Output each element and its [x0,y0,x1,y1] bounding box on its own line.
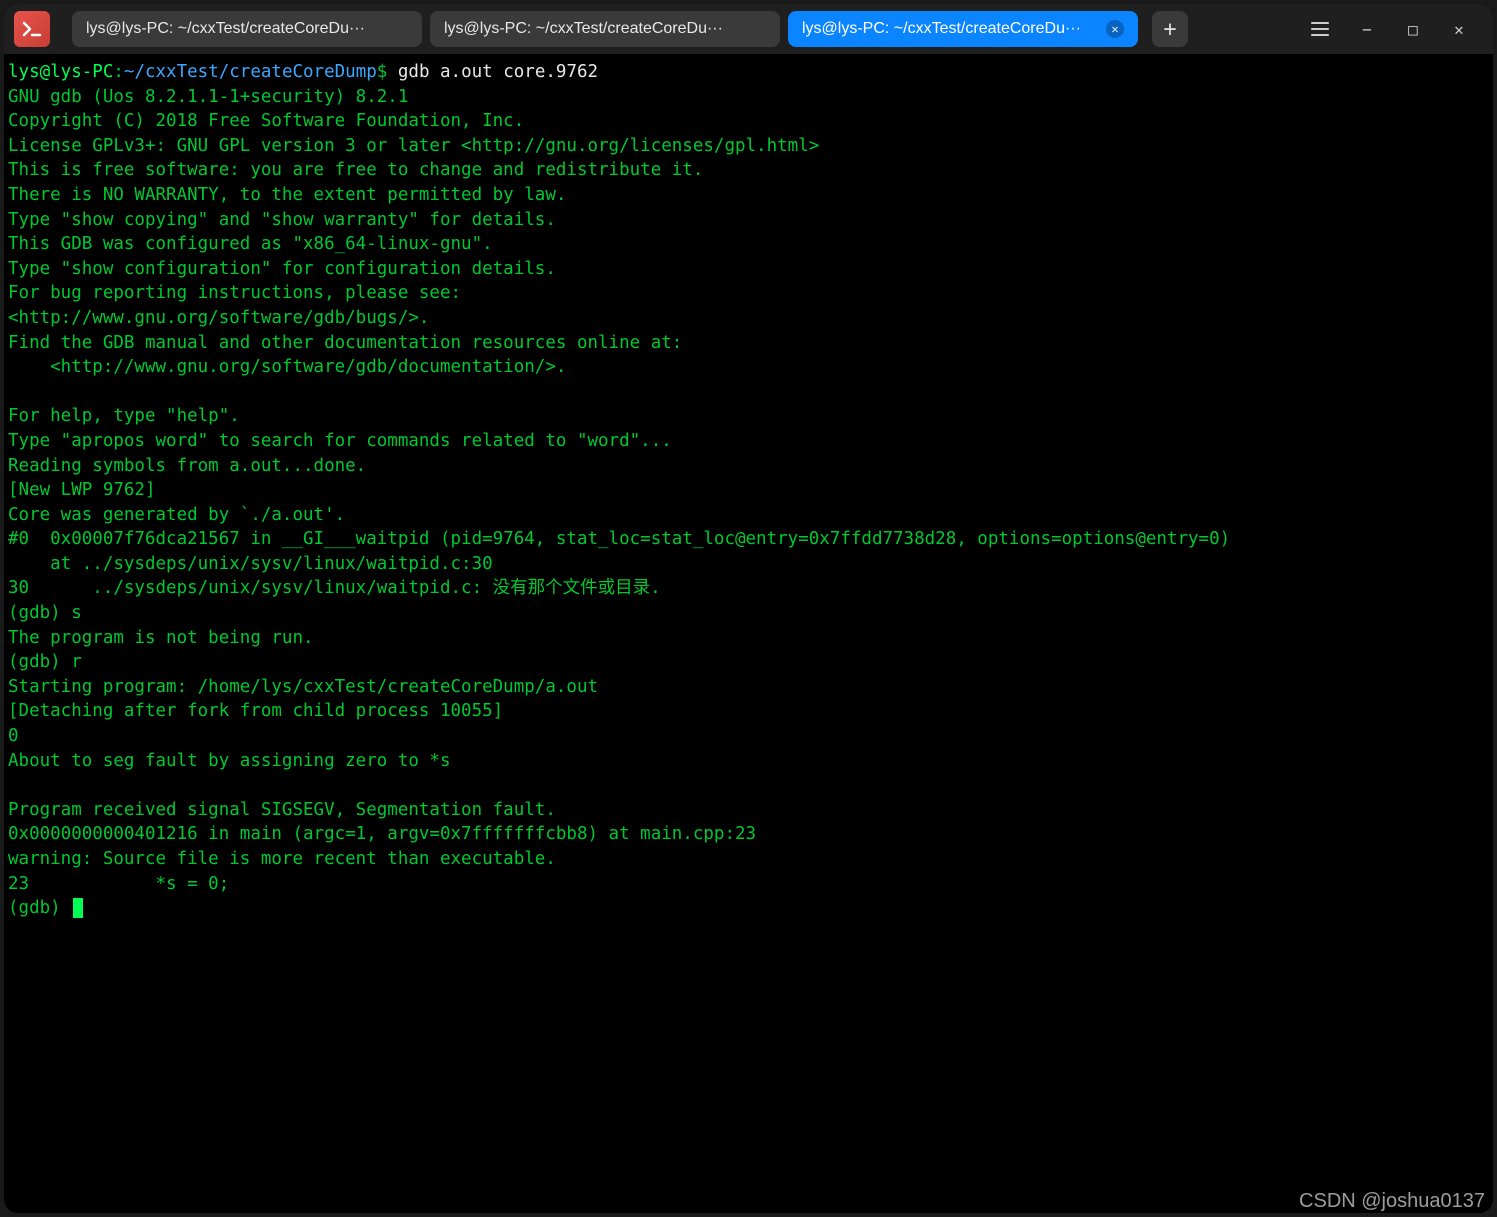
close-tab-icon[interactable]: ✕ [1106,20,1124,38]
maximize-icon: □ [1408,20,1418,39]
terminal-line: For help, type "help". [8,406,240,426]
plus-icon: + [1163,17,1176,42]
terminal-body[interactable]: lys@lys-PC:~/cxxTest/createCoreDump$ gdb… [4,54,1493,1213]
close-window-button[interactable]: ✕ [1449,20,1469,39]
terminal-line: License GPLv3+: GNU GPL version 3 or lat… [8,136,819,156]
tab-2[interactable]: lys@lys-PC: ~/cxxTest/createCoreDu··· [430,11,780,47]
terminal-line: There is NO WARRANTY, to the extent perm… [8,185,566,205]
terminal-line: About to seg fault by assigning zero to … [8,751,451,771]
terminal-line: Find the GDB manual and other documentat… [8,333,682,353]
terminal-line: #0 0x00007f76dca21567 in __GI___waitpid … [8,529,1230,549]
prompt-dollar: $ [377,62,388,82]
tab-label: lys@lys-PC: ~/cxxTest/createCoreDu··· [802,20,1098,38]
entered-command: gdb a.out core.9762 [398,62,598,82]
terminal-line: The program is not being run. [8,628,314,648]
close-icon: ✕ [1454,20,1464,39]
tab-label: lys@lys-PC: ~/cxxTest/createCoreDu··· [444,20,766,38]
terminal-line: GNU gdb (Uos 8.2.1.1-1+security) 8.2.1 [8,87,408,107]
terminal-line: [Detaching after fork from child process… [8,701,503,721]
menu-button[interactable] [1311,22,1331,36]
terminal-line: Starting program: /home/lys/cxxTest/crea… [8,677,598,697]
terminal-line: Program received signal SIGSEGV, Segment… [8,800,556,820]
cursor [73,898,83,918]
terminal-line: 0x0000000000401216 in main (argc=1, argv… [8,824,756,844]
terminal-line: <http://www.gnu.org/software/gdb/documen… [8,357,566,377]
tab-3-active[interactable]: lys@lys-PC: ~/cxxTest/createCoreDu··· ✕ [788,11,1138,47]
terminal-line: Core was generated by `./a.out'. [8,505,345,525]
terminal-line: (gdb) s [8,603,82,623]
tab-strip: lys@lys-PC: ~/cxxTest/createCoreDu··· ly… [72,11,1281,47]
new-tab-button[interactable]: + [1152,11,1188,47]
prompt-user: lys@lys-PC [8,62,113,82]
terminal-line: Type "apropos word" to search for comman… [8,431,672,451]
terminal-line: Type "show configuration" for configurat… [8,259,556,279]
terminal-window: lys@lys-PC: ~/cxxTest/createCoreDu··· ly… [4,4,1493,1213]
terminal-line: warning: Source file is more recent than… [8,849,556,869]
minimize-button[interactable]: − [1357,20,1377,39]
app-icon[interactable] [14,11,50,47]
maximize-button[interactable]: □ [1403,20,1423,39]
terminal-line: 23 *s = 0; [8,874,229,894]
terminal-line: Reading symbols from a.out...done. [8,456,366,476]
terminal-line: at ../sysdeps/unix/sysv/linux/waitpid.c:… [8,554,493,574]
terminal-line: Copyright (C) 2018 Free Software Foundat… [8,111,524,131]
tab-label: lys@lys-PC: ~/cxxTest/createCoreDu··· [86,20,408,38]
tab-1[interactable]: lys@lys-PC: ~/cxxTest/createCoreDu··· [72,11,422,47]
terminal-line: Type "show copying" and "show warranty" … [8,210,556,230]
terminal-line: For bug reporting instructions, please s… [8,283,461,303]
terminal-line: This is free software: you are free to c… [8,160,703,180]
watermark: CSDN @joshua0137 [1299,1190,1485,1213]
terminal-line: <http://www.gnu.org/software/gdb/bugs/>. [8,308,429,328]
terminal-line: This GDB was configured as "x86_64-linux… [8,234,493,254]
terminal-line: (gdb) r [8,652,82,672]
prompt-path: ~/cxxTest/createCoreDump [124,62,377,82]
hamburger-icon [1311,22,1331,36]
terminal-line: 30 ../sysdeps/unix/sysv/linux/waitpid.c:… [8,578,661,598]
prompt-sep: : [113,62,124,82]
gdb-prompt: (gdb) [8,898,71,918]
titlebar: lys@lys-PC: ~/cxxTest/createCoreDu··· ly… [4,4,1493,54]
window-controls: − □ ✕ [1289,20,1483,39]
minimize-icon: − [1362,20,1372,39]
terminal-line: [New LWP 9762] [8,480,156,500]
terminal-line: 0 [8,726,19,746]
